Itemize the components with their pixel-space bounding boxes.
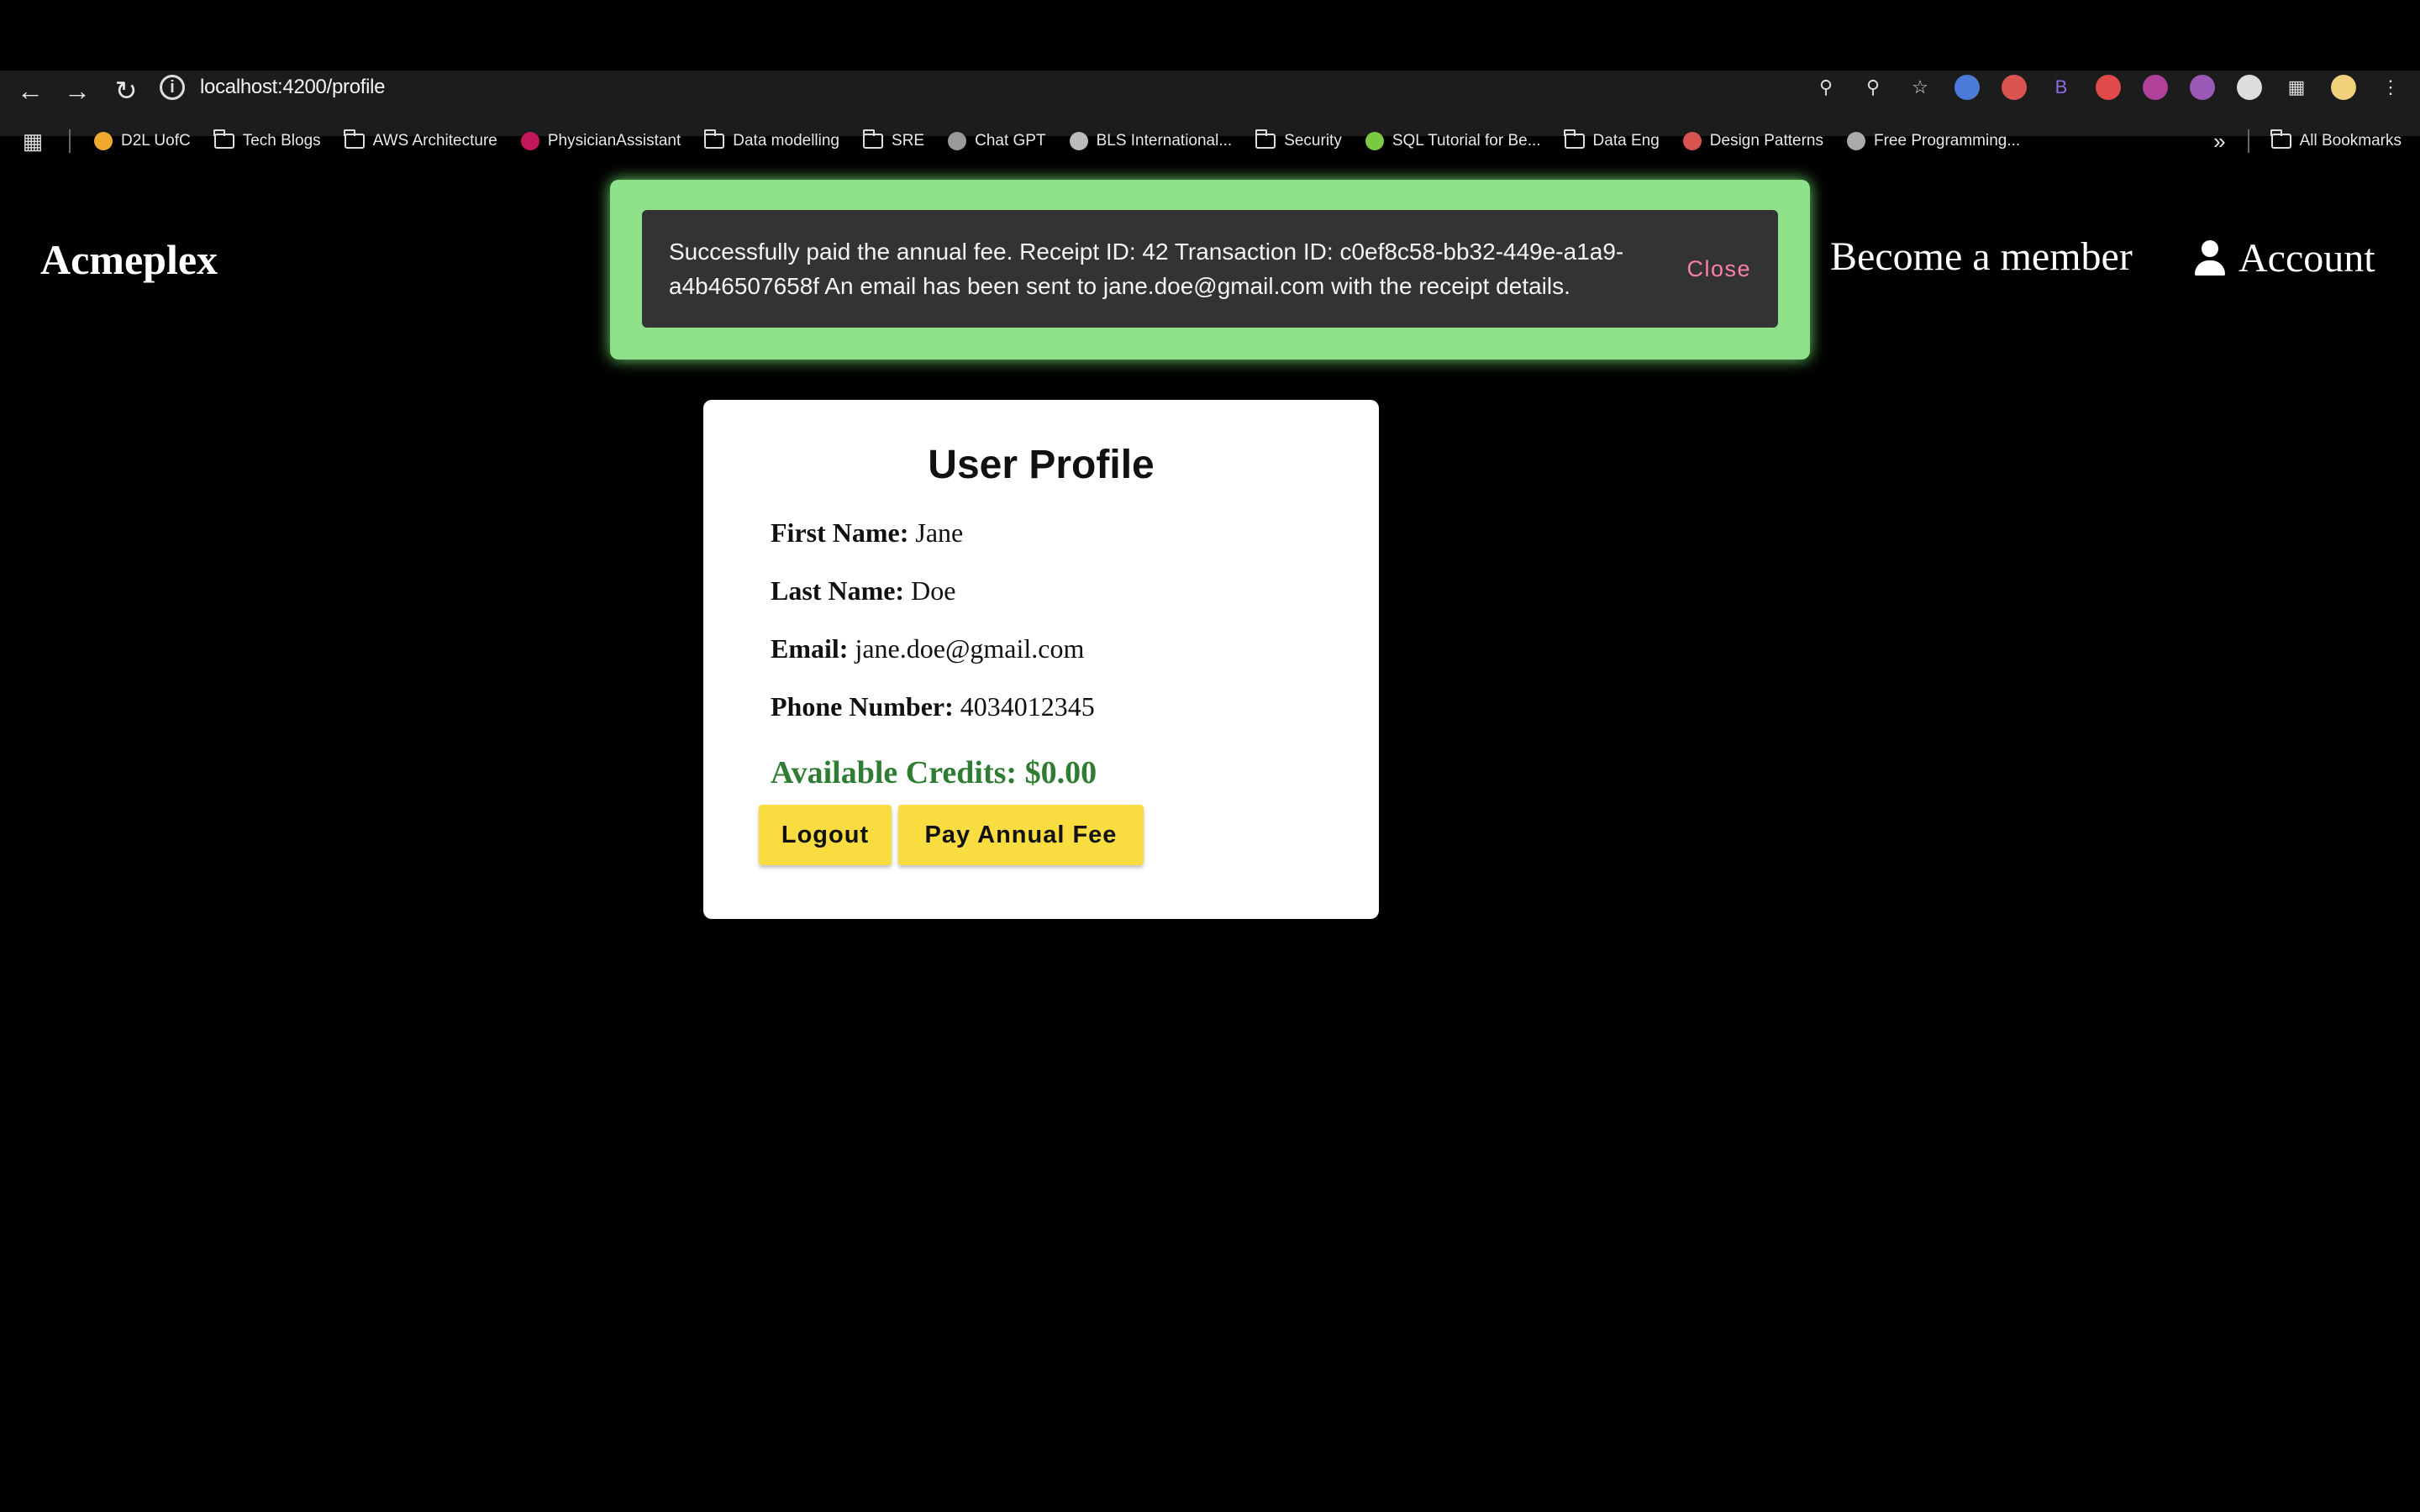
all-bookmarks[interactable]: All Bookmarks	[2270, 129, 2402, 150]
bookmark-item[interactable]: BLS International...	[1069, 132, 1232, 150]
bookmark-item[interactable]: D2L UofC	[94, 132, 191, 150]
globe-icon	[1069, 132, 1088, 150]
extension-icon[interactable]: B	[2049, 75, 2074, 100]
shield-icon[interactable]	[2237, 75, 2262, 100]
extension-icon[interactable]	[1954, 75, 1980, 100]
bookmark-item[interactable]: Data modelling	[703, 129, 839, 150]
folder-icon	[1255, 129, 1276, 149]
key-icon[interactable]: ⚲	[1813, 75, 1839, 100]
reload-icon[interactable]: ↻	[109, 74, 143, 108]
folder-icon	[703, 129, 725, 149]
site-icon	[1682, 132, 1702, 150]
pay-annual-fee-button[interactable]: Pay Annual Fee	[898, 805, 1144, 865]
email-row: Email: jane.doe@gmail.com	[771, 633, 1084, 664]
bookmarks-divider	[2247, 129, 2249, 153]
first-name-value: Jane	[915, 517, 964, 548]
user-profile-card: User Profile First Name: Jane Last Name:…	[703, 400, 1379, 919]
puzzle-icon[interactable]: ▦	[2284, 75, 2309, 100]
email-label: Email:	[771, 633, 849, 664]
extension-icon[interactable]	[2190, 75, 2215, 100]
bookmark-item[interactable]: Data Eng	[1564, 129, 1660, 150]
extensions-area: ⚲ ⚲ ☆ B ▦ ⋮	[1813, 71, 2403, 104]
address-bar[interactable]: i localhost:4200/profile	[160, 69, 1891, 106]
first-name-row: First Name: Jane	[771, 517, 963, 549]
apps-grid-icon[interactable]: ▦	[20, 129, 45, 154]
page-title: User Profile	[928, 443, 1155, 487]
account-menu[interactable]: Account	[2193, 235, 2375, 281]
person-icon	[2193, 239, 2227, 277]
d2l-icon	[94, 132, 113, 150]
menu-icon[interactable]: ⋮	[2378, 75, 2403, 100]
snackbar-close-button[interactable]: Close	[1686, 256, 1751, 282]
folder-icon	[1564, 129, 1585, 149]
available-credits: Available Credits: $0.00	[771, 755, 1097, 790]
bookmark-item[interactable]: Design Patterns	[1682, 132, 1823, 150]
bookmarks-bar: ▦ D2L UofC Tech Blogs AWS Architecture P…	[0, 123, 2420, 160]
last-name-label: Last Name:	[771, 575, 905, 606]
bookmarks-divider	[69, 129, 71, 153]
bookmark-item[interactable]: Free Programming...	[1846, 132, 2020, 150]
folder-icon	[344, 129, 365, 149]
first-name-label: First Name:	[771, 517, 909, 548]
zoom-icon[interactable]: ⚲	[1860, 75, 1886, 100]
bookmark-item[interactable]: AWS Architecture	[344, 129, 497, 150]
become-member-link[interactable]: Become a member	[1830, 234, 2133, 280]
chevron-double-right-icon[interactable]: »	[2213, 129, 2225, 155]
bookmark-item[interactable]: SQL Tutorial for Be...	[1365, 132, 1541, 150]
logout-button[interactable]: Logout	[759, 805, 892, 865]
phone-value: 4034012345	[960, 691, 1095, 722]
success-snackbar: Successfully paid the annual fee. Receip…	[642, 210, 1778, 328]
folder-icon	[2270, 129, 2291, 149]
last-name-row: Last Name: Doe	[771, 575, 955, 606]
bookmark-item[interactable]: SRE	[862, 129, 924, 150]
phone-label: Phone Number:	[771, 691, 954, 722]
browser-titlebar	[0, 0, 2420, 76]
back-icon[interactable]: ←	[13, 74, 47, 108]
forward-icon[interactable]: →	[60, 74, 94, 108]
extension-icon[interactable]	[2096, 75, 2121, 100]
folder-icon	[213, 129, 234, 149]
site-icon	[1365, 132, 1384, 150]
last-name-value: Doe	[911, 575, 956, 606]
bookmarks-right: » All Bookmarks	[2213, 123, 2402, 160]
snackbar-message: Successfully paid the annual fee. Receip…	[669, 239, 1624, 299]
folder-icon	[862, 129, 884, 149]
url-text[interactable]: localhost:4200/profile	[200, 76, 386, 99]
site-info-icon[interactable]: i	[160, 75, 185, 100]
angular-icon	[520, 132, 539, 150]
brand-logo[interactable]: Acmeplex	[40, 235, 218, 284]
account-label: Account	[2238, 236, 2375, 281]
bookmark-item[interactable]: Tech Blogs	[213, 129, 321, 150]
openai-icon	[948, 132, 967, 150]
extension-icon[interactable]	[2002, 75, 2027, 100]
bookmark-item[interactable]: Chat GPT	[948, 132, 1046, 150]
bookmark-item[interactable]: PhysicianAssistant	[520, 132, 681, 150]
extension-icon[interactable]	[2143, 75, 2168, 100]
bookmark-item[interactable]: Security	[1255, 129, 1342, 150]
phone-row: Phone Number: 4034012345	[771, 691, 1095, 722]
star-icon[interactable]: ☆	[1907, 75, 1933, 100]
avatar[interactable]	[2331, 75, 2356, 100]
email-value: jane.doe@gmail.com	[855, 633, 1085, 664]
site-icon	[1846, 132, 1865, 150]
